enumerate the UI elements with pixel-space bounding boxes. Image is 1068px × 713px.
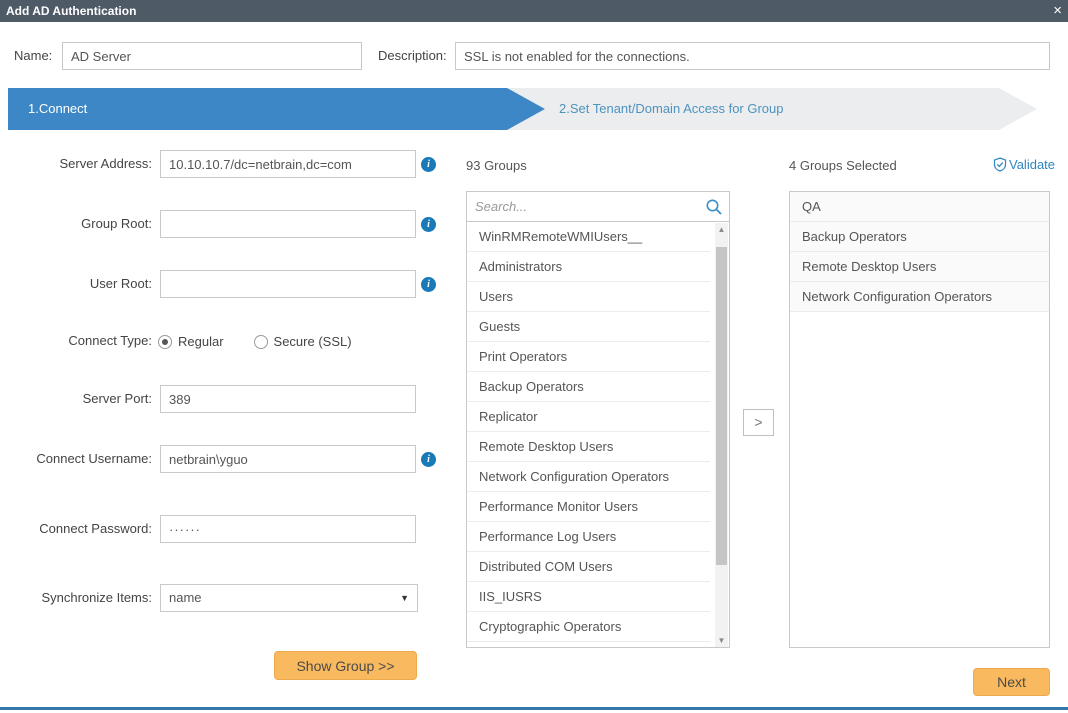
tab-set-tenant-domain-access[interactable]: 2.Set Tenant/Domain Access for Group <box>507 88 1037 130</box>
radio-secure-ssl[interactable] <box>254 335 268 349</box>
group-root-info-icon[interactable]: i <box>421 217 436 232</box>
selected-group-item[interactable]: Network Configuration Operators <box>790 282 1049 312</box>
connect-password-input[interactable] <box>160 515 416 543</box>
move-right-button[interactable]: > <box>743 409 774 436</box>
validate-link[interactable]: Validate <box>993 157 1055 172</box>
connect-username-info-icon[interactable]: i <box>421 452 436 467</box>
show-group-button[interactable]: Show Group >> <box>274 651 417 680</box>
groups-count-header: 93 Groups <box>466 158 527 173</box>
user-root-info-icon[interactable]: i <box>421 277 436 292</box>
user-root-input[interactable] <box>160 270 416 298</box>
add-ad-authentication-dialog: Add AD Authentication × Name: Descriptio… <box>0 0 1068 713</box>
close-icon[interactable]: × <box>1053 1 1062 21</box>
server-port-label: Server Port: <box>0 385 152 413</box>
available-groups-list: ▲ ▼ WinRMRemoteWMIUsers__AdministratorsU… <box>466 221 730 648</box>
group-list-item[interactable]: Backup Operators <box>467 372 710 402</box>
description-input[interactable] <box>455 42 1050 70</box>
server-address-info-icon[interactable]: i <box>421 157 436 172</box>
group-list-item[interactable]: Users <box>467 282 710 312</box>
group-list-item[interactable]: Network Configuration Operators <box>467 462 710 492</box>
group-list-item[interactable]: IIS_IUSRS <box>467 582 710 612</box>
radio-regular-label: Regular <box>178 334 224 349</box>
connect-type-label: Connect Type: <box>0 327 152 355</box>
radio-secure-ssl-label: Secure (SSL) <box>274 334 352 349</box>
selected-groups-list: QABackup OperatorsRemote Desktop UsersNe… <box>789 191 1050 648</box>
next-button[interactable]: Next <box>973 668 1050 696</box>
server-port-input[interactable] <box>160 385 416 413</box>
server-address-label: Server Address: <box>0 150 152 178</box>
synchronize-items-label: Synchronize Items: <box>0 584 152 612</box>
connect-username-label: Connect Username: <box>0 445 152 473</box>
synchronize-items-select[interactable]: name ▼ <box>160 584 418 612</box>
scroll-down-icon[interactable]: ▼ <box>715 634 728 648</box>
selected-group-item[interactable]: Backup Operators <box>790 222 1049 252</box>
scroll-up-icon[interactable]: ▲ <box>715 223 728 237</box>
name-label: Name: <box>14 42 52 70</box>
group-list-item[interactable]: WinRMRemoteWMIUsers__ <box>467 222 710 252</box>
group-list-item[interactable]: Replicator <box>467 402 710 432</box>
group-list-item[interactable]: Administrators <box>467 252 710 282</box>
group-root-input[interactable] <box>160 210 416 238</box>
group-list-item[interactable]: Print Operators <box>467 342 710 372</box>
dialog-title: Add AD Authentication <box>0 4 136 18</box>
group-list-item[interactable]: Cryptographic Operators <box>467 612 710 642</box>
group-search-box <box>466 191 730 222</box>
server-address-input[interactable] <box>160 150 416 178</box>
selected-groups-header: 4 Groups Selected <box>789 158 897 173</box>
connect-password-label: Connect Password: <box>0 515 152 543</box>
validate-label: Validate <box>1009 157 1055 172</box>
group-list-item[interactable]: Performance Monitor Users <box>467 492 710 522</box>
name-input[interactable] <box>62 42 362 70</box>
title-bar: Add AD Authentication × <box>0 0 1068 22</box>
group-list-item[interactable]: Remote Desktop Users <box>467 432 710 462</box>
radio-regular[interactable] <box>158 335 172 349</box>
scrollbar-thumb[interactable] <box>716 247 727 565</box>
connect-type-options: Regular Secure (SSL) <box>158 334 352 349</box>
search-icon[interactable] <box>705 198 723 216</box>
group-list-item[interactable]: Guests <box>467 312 710 342</box>
chevron-down-icon: ▼ <box>400 585 409 611</box>
description-label: Description: <box>378 42 447 70</box>
group-search-input[interactable] <box>467 192 702 221</box>
group-list-item[interactable]: Distributed COM Users <box>467 552 710 582</box>
user-root-label: User Root: <box>0 270 152 298</box>
tab-connect[interactable]: 1.Connect <box>8 88 545 130</box>
group-root-label: Group Root: <box>0 210 152 238</box>
connect-username-input[interactable] <box>160 445 416 473</box>
dialog-bottom-accent <box>0 707 1068 710</box>
shield-check-icon <box>993 157 1007 172</box>
selected-group-item[interactable]: Remote Desktop Users <box>790 252 1049 282</box>
group-list-item[interactable]: Performance Log Users <box>467 522 710 552</box>
selected-group-item[interactable]: QA <box>790 192 1049 222</box>
synchronize-items-value: name <box>169 590 202 605</box>
groups-list-scrollbar[interactable]: ▲ ▼ <box>715 223 728 648</box>
